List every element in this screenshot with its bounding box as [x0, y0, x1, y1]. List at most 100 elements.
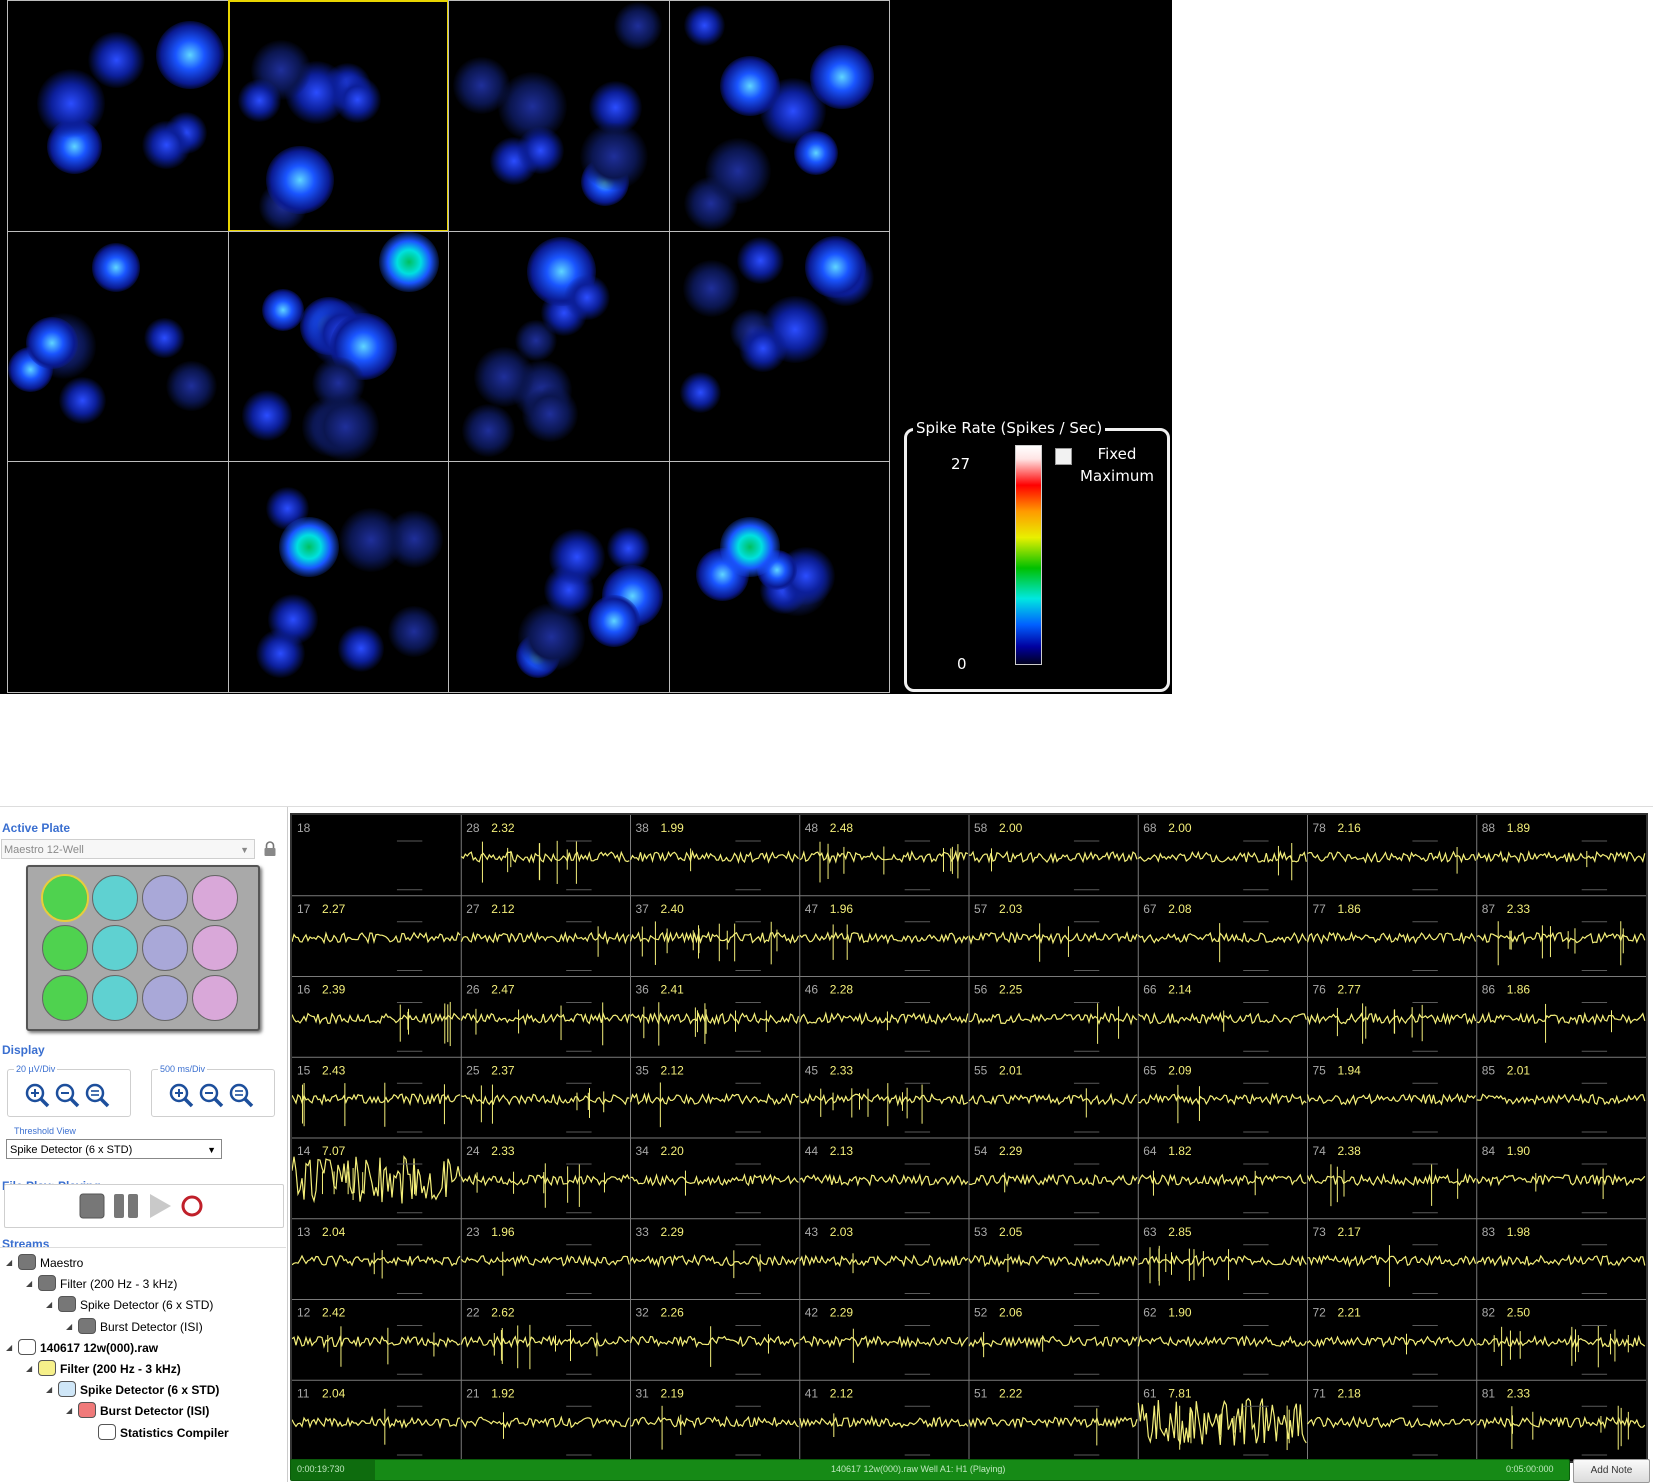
electrode-trace	[799, 1415, 969, 1429]
expand-triangle-icon[interactable]: ◢	[46, 1296, 52, 1314]
activity-spot	[793, 130, 839, 176]
electrode-trace	[460, 850, 630, 864]
plate-well[interactable]	[192, 925, 238, 971]
electrode-id-label: 74	[1313, 1144, 1327, 1158]
electrode-trace	[799, 1173, 969, 1187]
electrode-trace	[292, 931, 461, 945]
heatmap-well[interactable]	[668, 0, 890, 232]
heatmap-well[interactable]	[448, 230, 670, 463]
stream-tree-label: Maestro	[40, 1256, 84, 1270]
amplitude-zoom-in-icon[interactable]	[24, 1082, 50, 1108]
electrode-trace	[1476, 1093, 1646, 1106]
status-message: 140617 12w(000).raw Well A1: H1 (Playing…	[831, 1464, 1006, 1474]
heatmap-well[interactable]	[227, 461, 449, 693]
plate-well[interactable]	[42, 925, 88, 971]
plate-well[interactable]	[42, 975, 88, 1021]
electrode-id-label: 48	[805, 821, 819, 835]
plate-select-value: Maestro 12-Well	[4, 844, 84, 856]
electrode-trace	[1137, 931, 1307, 944]
heatmap-well[interactable]	[7, 0, 229, 232]
amplitude-zoom-reset-icon[interactable]	[84, 1082, 110, 1108]
electrode-trace	[1306, 1092, 1476, 1106]
spike-rate-label: 2.62	[491, 1306, 515, 1320]
time-zoom-out-icon[interactable]	[198, 1082, 224, 1108]
expand-triangle-icon[interactable]: ◢	[26, 1275, 32, 1293]
activity-spot	[237, 79, 281, 123]
spike-rate-label: 2.12	[661, 1063, 685, 1077]
spike-rate-label: 2.39	[322, 983, 346, 997]
plate-select[interactable]: Maestro 12-Well ▼	[1, 839, 255, 859]
pause-icon[interactable]	[113, 1193, 139, 1219]
plate-well[interactable]	[142, 925, 188, 971]
spike-rate-label: 2.12	[830, 1386, 854, 1400]
activity-spot	[613, 2, 662, 51]
electrode-trace	[460, 930, 630, 945]
streams-tree: ◢ Maestro ◢ Filter (200 Hz - 3 kHz) ◢ Spike D…	[0, 1247, 286, 1483]
spike-rate-label: 2.18	[1338, 1386, 1362, 1400]
heatmap-well[interactable]	[668, 461, 890, 693]
expand-triangle-icon[interactable]: ◢	[6, 1339, 12, 1357]
plate-well[interactable]	[192, 875, 238, 921]
electrode-id-label: 81	[1482, 1386, 1496, 1400]
heatmap-well[interactable]	[448, 0, 670, 232]
threshold-view-select[interactable]: Spike Detector (6 x STD) ▼	[6, 1139, 222, 1159]
heatmap-well[interactable]	[227, 230, 449, 463]
time-zoom-reset-icon[interactable]	[228, 1082, 254, 1108]
electrode-id-label: 75	[1313, 1063, 1327, 1077]
heatmap-well[interactable]	[7, 461, 229, 693]
spike-rate-label: 2.05	[999, 1225, 1023, 1239]
activity-spot	[388, 605, 440, 658]
electrode-id-label: 26	[466, 983, 480, 997]
spike-rate-label: 2.32	[491, 821, 515, 835]
playback-status-bar[interactable]: 0:00:19:730 140617 12w(000).raw Well A1:…	[290, 1459, 1570, 1481]
lock-icon[interactable]	[263, 841, 277, 857]
fixed-maximum-checkbox[interactable]	[1055, 448, 1072, 465]
electrode-id-label: 14	[297, 1144, 311, 1158]
spike-rate-label: 2.01	[1507, 1063, 1531, 1077]
plate-well[interactable]	[92, 975, 138, 1021]
electrode-id-label: 43	[805, 1225, 819, 1239]
electrode-trace	[1476, 1011, 1646, 1026]
electrode-id-label: 54	[974, 1144, 988, 1158]
spike-rate-label: 1.94	[1338, 1063, 1362, 1077]
activity-spot	[334, 75, 382, 123]
spike-rate-label: 2.33	[491, 1144, 515, 1158]
activity-spot	[607, 526, 650, 570]
heatmap-well[interactable]	[7, 230, 229, 463]
stream-tree-label: Burst Detector (ISI)	[100, 1319, 203, 1334]
expand-triangle-icon[interactable]: ◢	[26, 1360, 32, 1378]
electrode-id-label: 45	[805, 1063, 819, 1077]
electrode-id-label: 77	[1313, 902, 1327, 916]
add-note-button[interactable]: Add Note	[1573, 1459, 1650, 1483]
activity-spot	[739, 324, 787, 373]
plate-well[interactable]	[92, 875, 138, 921]
plate-well[interactable]	[192, 975, 238, 1021]
electrode-trace	[1307, 1335, 1477, 1348]
time-zoom-in-icon[interactable]	[168, 1082, 194, 1108]
play-icon[interactable]	[147, 1193, 173, 1219]
heatmap-well[interactable]	[448, 461, 670, 693]
plate-well[interactable]	[41, 874, 89, 922]
record-icon[interactable]	[179, 1193, 205, 1219]
spike-rate-label: 2.26	[661, 1306, 685, 1320]
spike-rate-label: 2.13	[830, 1144, 854, 1158]
spike-rate-label: 2.43	[322, 1063, 346, 1077]
plate-well[interactable]	[92, 925, 138, 971]
expand-triangle-icon[interactable]: ◢	[66, 1402, 72, 1420]
plate-well[interactable]	[142, 975, 188, 1021]
spike-rate-label: 1.86	[1507, 983, 1531, 997]
heatmap-well[interactable]	[227, 0, 449, 232]
electrode-id-label: 17	[297, 902, 311, 916]
expand-triangle-icon[interactable]: ◢	[46, 1381, 52, 1399]
electrode-trace	[968, 1415, 1138, 1429]
spike-rate-label: 2.28	[830, 983, 854, 997]
expand-triangle-icon[interactable]: ◢	[6, 1254, 12, 1272]
heatmap-well[interactable]	[668, 230, 890, 463]
amplitude-zoom-out-icon[interactable]	[54, 1082, 80, 1108]
stop-icon[interactable]	[79, 1193, 105, 1219]
plate-well[interactable]	[142, 875, 188, 921]
electrode-id-label: 76	[1313, 983, 1327, 997]
spike-rate-label: 2.21	[1338, 1306, 1362, 1320]
expand-triangle-icon[interactable]: ◢	[66, 1318, 72, 1336]
electrode-id-label: 18	[297, 821, 311, 835]
